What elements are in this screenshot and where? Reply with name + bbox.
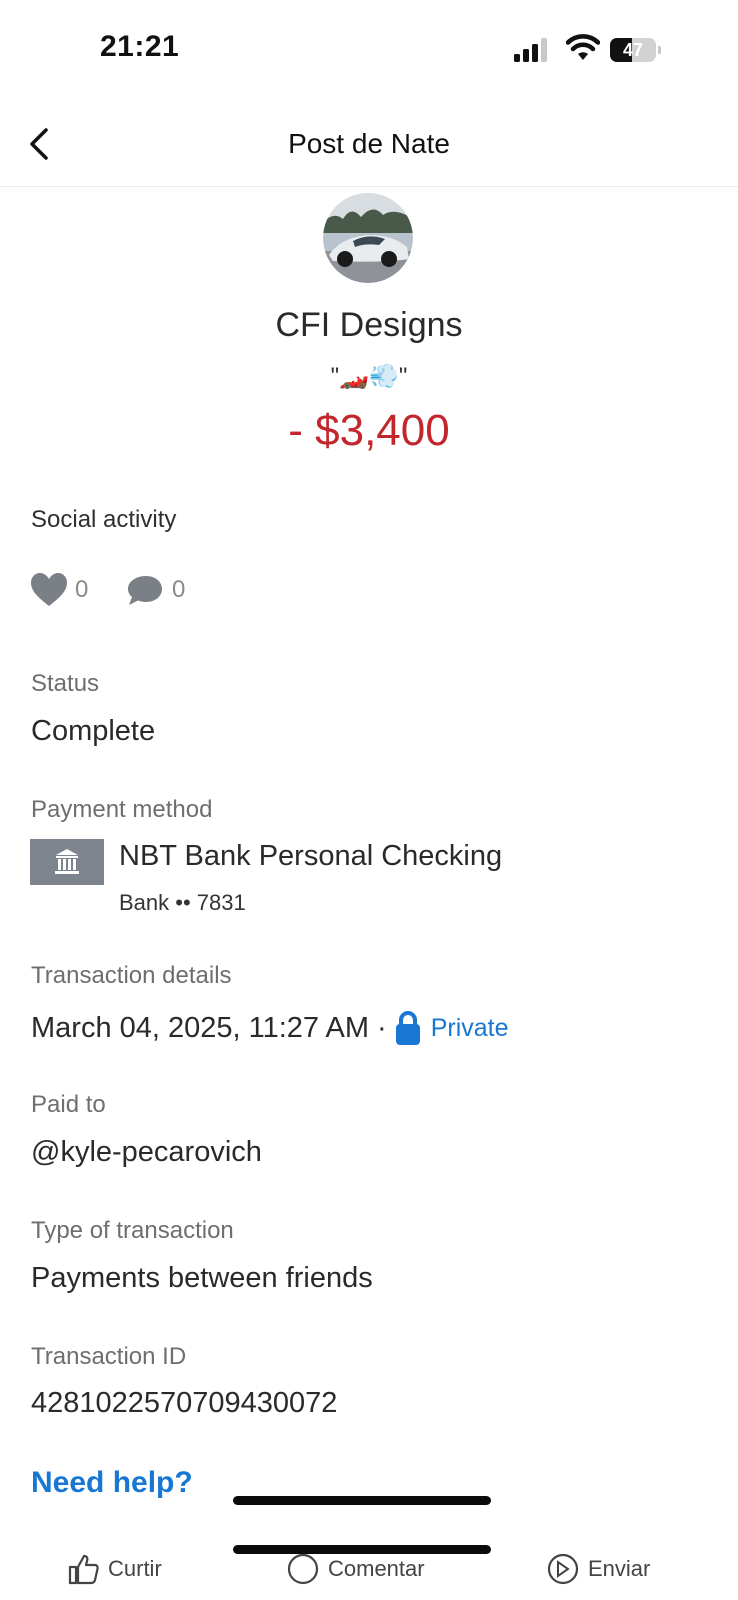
transaction-details-row: March 04, 2025, 11:27 AM · Private: [31, 1008, 509, 1048]
transaction-type-label: Type of transaction: [31, 1217, 234, 1244]
transaction-id-value: 4281022570709430072: [31, 1387, 338, 1419]
payment-note: "🏎️💨": [330, 363, 408, 390]
like-action-label: Curtir: [108, 1556, 162, 1581]
send-action-label: Enviar: [588, 1556, 651, 1581]
comment-action-button[interactable]: Comentar: [286, 1552, 425, 1586]
bank-account-number: Bank •• 7831: [119, 890, 246, 915]
bank-icon: [30, 839, 104, 885]
social-activity-label: Social activity: [31, 506, 177, 533]
paid-to-label: Paid to: [31, 1091, 106, 1118]
separator-dot: ·: [377, 1011, 387, 1044]
heart-icon: [31, 573, 67, 606]
comment-button[interactable]: 0: [126, 572, 196, 610]
send-action-button[interactable]: Enviar: [546, 1552, 650, 1586]
nav-divider: [0, 186, 738, 187]
payment-method-label: Payment method: [31, 796, 213, 823]
like-count: 0: [75, 576, 89, 603]
bank-account-name: NBT Bank Personal Checking: [119, 840, 503, 872]
wifi-icon: [566, 34, 600, 60]
lock-icon: [395, 1011, 420, 1045]
transaction-type-value: Payments between friends: [31, 1262, 373, 1294]
transaction-id-label: Transaction ID: [31, 1343, 187, 1370]
transaction-datetime: March 04, 2025, 11:27 AM: [31, 1011, 370, 1044]
cellular-signal-icon: [514, 38, 547, 62]
merchant-name: CFI Designs: [275, 306, 463, 344]
status-label: Status: [31, 670, 100, 697]
thumbs-up-icon: [68, 1554, 99, 1585]
status-value: Complete: [31, 715, 156, 747]
payment-amount: - $3,400: [288, 406, 450, 455]
comment-action-label: Comentar: [328, 1556, 425, 1581]
need-help-link[interactable]: Need help?: [31, 1466, 193, 1500]
status-bar-time: 21:21: [100, 30, 180, 63]
like-button[interactable]: 0: [30, 572, 100, 610]
battery-icon: 47: [610, 38, 662, 62]
paid-to-value[interactable]: @kyle-pecarovich: [31, 1136, 262, 1169]
transaction-details-label: Transaction details: [31, 962, 232, 989]
privacy-setting[interactable]: Private: [431, 1014, 509, 1043]
avatar[interactable]: [323, 193, 413, 283]
page-title: Post de Nate: [288, 128, 450, 159]
home-indicator: [233, 1496, 491, 1505]
comment-count: 0: [172, 576, 186, 603]
battery-level-text: 47: [622, 40, 644, 60]
comment-bubble-icon: [128, 576, 162, 605]
comment-icon: [287, 1553, 319, 1585]
send-icon: [547, 1553, 579, 1585]
like-action-button[interactable]: Curtir: [66, 1552, 162, 1586]
